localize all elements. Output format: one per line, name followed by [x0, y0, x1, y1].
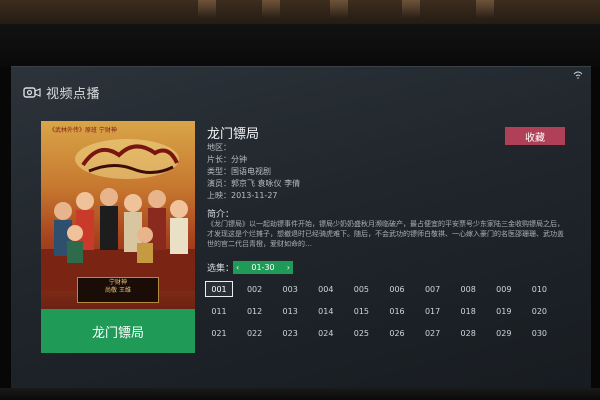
episode-item[interactable]: 010	[525, 281, 553, 297]
meta-cast: 演员：郭京飞 袁咏仪 李倩	[207, 179, 301, 188]
episode-range-selector[interactable]: ‹ 01-30 ›	[233, 261, 293, 274]
tv-screen: 视频点播 《武林外传》原班 宁财神 宁财神 尚敬 王维 龙门镖局 龙门镖局 收藏…	[11, 66, 591, 388]
episode-item[interactable]: 015	[347, 303, 375, 319]
episode-item[interactable]: 014	[312, 303, 340, 319]
episode-item[interactable]: 012	[241, 303, 269, 319]
episode-label: 选集：	[207, 264, 235, 274]
wifi-icon	[573, 71, 583, 79]
wall-decor	[262, 0, 280, 18]
app-title: 视频点播	[46, 87, 101, 102]
episode-item[interactable]: 005	[347, 281, 375, 297]
episode-item[interactable]: 016	[383, 303, 411, 319]
meta-genre: 类型：国语电视剧	[207, 167, 271, 176]
movie-title: 龙门镖局	[207, 127, 260, 142]
poster-plate-line: 尚敬 王维	[105, 287, 131, 294]
episode-item[interactable]: 029	[490, 325, 518, 341]
episode-item[interactable]: 018	[454, 303, 482, 319]
episode-item[interactable]: 011	[205, 303, 233, 319]
poster-nameplate-text: 宁财神 尚敬 王维	[83, 279, 153, 295]
episode-item[interactable]: 001	[205, 281, 233, 297]
episode-item[interactable]: 021	[205, 325, 233, 341]
episode-item[interactable]: 026	[383, 325, 411, 341]
episode-item[interactable]: 022	[241, 325, 269, 341]
episode-item[interactable]: 013	[276, 303, 304, 319]
poster-image: 《武林外传》原班 宁财神 宁财神 尚敬 王维	[41, 121, 195, 309]
episode-grid: 001 002 003 004 005 006 007 008 009 010 011 012 013 0…	[205, 281, 565, 351]
wall-decor	[402, 0, 420, 18]
episode-range-label: 01-30	[251, 263, 275, 272]
episode-item[interactable]: 020	[525, 303, 553, 319]
photo-of-tv: 视频点播 《武林外传》原班 宁财神 宁财神 尚敬 王维 龙门镖局 龙门镖局 收藏…	[0, 0, 600, 400]
favorite-button[interactable]: 收藏	[505, 127, 565, 145]
episode-item[interactable]: 025	[347, 325, 375, 341]
poster-title-bar: 龙门镖局	[41, 309, 195, 353]
tv-bezel-bottom	[0, 388, 600, 400]
chevron-right-icon[interactable]: ›	[287, 261, 290, 274]
episode-item[interactable]: 027	[419, 325, 447, 341]
meta-duration: 片长：分钟	[207, 155, 247, 164]
episode-item[interactable]: 017	[419, 303, 447, 319]
wall-decor	[198, 0, 216, 18]
video-camera-icon	[23, 87, 41, 98]
poster-card[interactable]: 《武林外传》原班 宁财神 宁财神 尚敬 王维 龙门镖局	[41, 121, 195, 353]
episode-item[interactable]: 007	[419, 281, 447, 297]
chevron-left-icon[interactable]: ‹	[236, 261, 239, 274]
episode-item[interactable]: 030	[525, 325, 553, 341]
episode-item[interactable]: 002	[241, 281, 269, 297]
meta-region: 地区：	[207, 143, 231, 152]
wall-decor	[330, 0, 348, 18]
episode-item[interactable]: 024	[312, 325, 340, 341]
poster-title: 龙门镖局	[91, 325, 144, 341]
poster-tagline: 《武林外传》原班 宁财神	[49, 127, 117, 134]
synopsis-text: 《龙门镖局》以一起劫镖事件开始，镖局少奶奶盛秋月濒临破产，最占便宜的平安票号少东…	[207, 220, 564, 248]
wall-decor	[476, 0, 494, 18]
meta-release: 上映：2013-11-27	[207, 191, 278, 200]
episode-item[interactable]: 019	[490, 303, 518, 319]
episode-item[interactable]: 004	[312, 281, 340, 297]
episode-item[interactable]: 008	[454, 281, 482, 297]
poster-plate-line: 宁财神	[108, 279, 127, 286]
app-header: 视频点播	[23, 83, 100, 102]
poster-cast-art	[41, 188, 195, 291]
tv-bezel-top	[0, 24, 600, 66]
episode-item[interactable]: 028	[454, 325, 482, 341]
episode-item[interactable]: 006	[383, 281, 411, 297]
episode-item[interactable]: 009	[490, 281, 518, 297]
episode-item[interactable]: 023	[276, 325, 304, 341]
episode-item[interactable]: 003	[276, 281, 304, 297]
